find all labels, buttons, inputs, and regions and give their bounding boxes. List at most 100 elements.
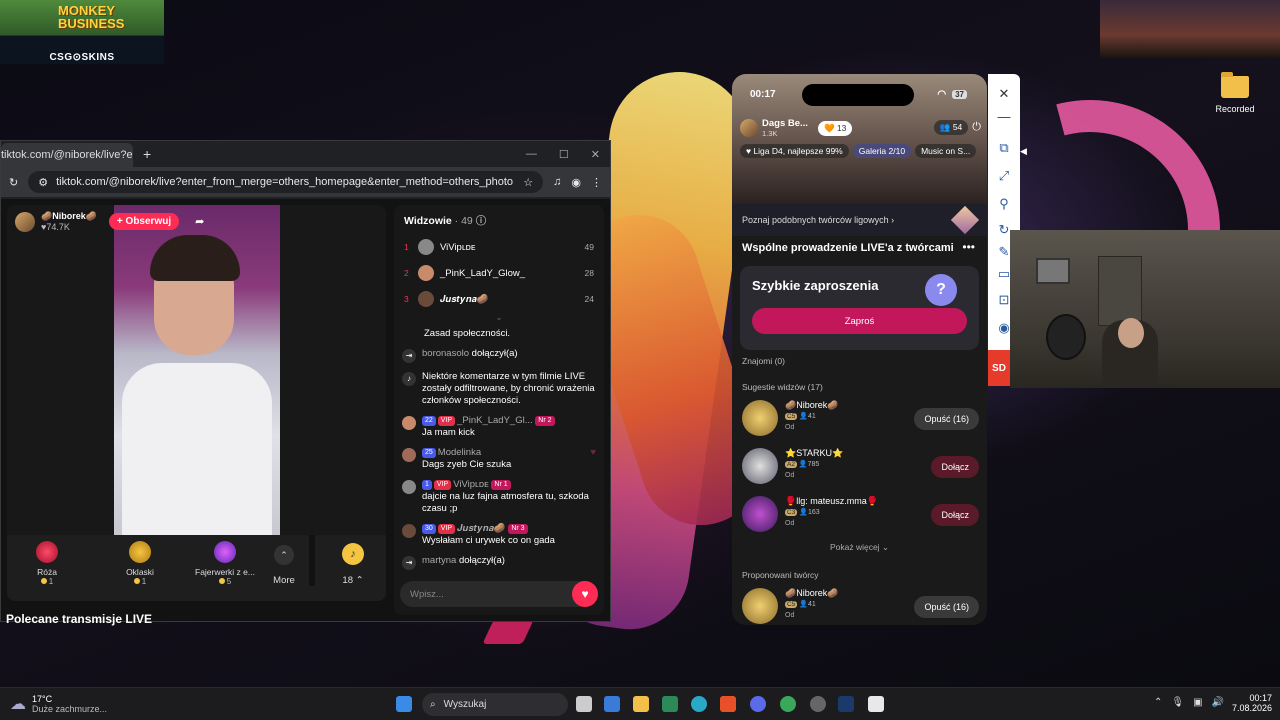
top-viewer-row[interactable]: 3 𝑱𝒖𝒔𝒕𝒚𝒏𝒂🥔 24 — [394, 286, 604, 312]
menu-dots-icon[interactable]: ⋮ — [591, 176, 602, 189]
join-button[interactable]: Dołącz — [931, 456, 979, 478]
tiktok-icon: ♪ — [402, 372, 416, 386]
browser-tab[interactable]: tiktok.com/@niborek/live?e 🔊 ✕ — [1, 143, 133, 167]
top-viewer-row[interactable]: 1 ViVipʟᴅᴇ 49 — [394, 234, 604, 260]
music-pill[interactable]: Music on S... — [915, 144, 977, 158]
task-view-icon[interactable] — [576, 696, 592, 712]
similar-creators-card[interactable]: Poznaj podobnych twórców ligowych › — [732, 204, 987, 236]
chrome-icon[interactable] — [780, 696, 796, 712]
brand-label: CSG⊙SKINS — [49, 52, 115, 63]
fullscreen-icon[interactable]: ⤢ — [996, 168, 1012, 184]
message-user[interactable]: boronasolo — [422, 348, 469, 359]
discord-icon[interactable] — [750, 696, 766, 712]
minimize-button[interactable]: — — [526, 148, 537, 161]
avatar[interactable] — [742, 448, 778, 484]
gift-cost: 1 — [48, 577, 54, 586]
host-avatar[interactable] — [15, 211, 35, 232]
rank-number: 1 — [404, 242, 409, 252]
gallery-count: 2/10 — [888, 146, 906, 156]
profile-icon[interactable]: ◉ — [571, 176, 581, 189]
site-info-icon[interactable]: ⚙ — [38, 176, 48, 189]
reload-icon[interactable]: ↻ — [9, 176, 18, 189]
live-video[interactable] — [114, 205, 280, 543]
info-icon[interactable]: ⓘ — [476, 215, 487, 227]
gift-fajerwerki[interactable]: Fajerwerki z e... 5 — [185, 535, 265, 586]
collapse-arrow-icon[interactable]: ◀ — [1020, 146, 1027, 157]
avatar[interactable] — [742, 400, 778, 436]
desktop-folder-recorded[interactable]: Recorded — [1210, 72, 1260, 114]
more-options-icon[interactable]: ••• — [962, 240, 975, 254]
store-icon[interactable] — [604, 696, 620, 712]
rank-badge: Nr 3 — [508, 524, 528, 534]
game-title-line2: BUSINESS — [58, 16, 125, 31]
host-name[interactable]: Dags Be... — [762, 118, 808, 129]
leave-button[interactable]: Opuść (16) — [914, 408, 979, 430]
host-avatar[interactable] — [740, 119, 758, 137]
hearts-pill[interactable]: 🧡 13 — [817, 120, 853, 136]
pin-icon[interactable]: ⚲ — [996, 196, 1012, 212]
host-name[interactable]: 🥔Niborek🥔 — [41, 211, 97, 222]
steam-icon[interactable] — [838, 696, 854, 712]
rose-icon — [36, 541, 58, 563]
network-icon[interactable]: ▣ — [1193, 697, 1202, 708]
volume-icon[interactable]: 🔊 — [1212, 697, 1224, 708]
thumbnail-window[interactable]: MONKEY BUSINESS CSG⊙SKINS — [0, 0, 164, 64]
message-user[interactable]: Modelinka — [438, 447, 481, 458]
tray-chevron-icon[interactable]: ⌃ — [1154, 697, 1162, 708]
heart-icon[interactable]: ♥ — [590, 447, 596, 471]
avatar[interactable] — [742, 496, 778, 532]
gift-roza[interactable]: Róża 1 — [7, 535, 87, 586]
app-icon[interactable] — [868, 696, 884, 712]
maximize-button[interactable]: ☐ — [559, 148, 569, 161]
terminal-icon[interactable] — [662, 696, 678, 712]
tab-bar: tiktok.com/@niborek/live?e 🔊 ✕ + — ☐ ✕ — [1, 141, 610, 167]
explorer-icon[interactable] — [633, 696, 649, 712]
coins-button[interactable]: ♪ 18 ⌃ — [323, 535, 383, 586]
thumbnail-window-city[interactable] — [1100, 0, 1280, 58]
chevron-down-icon[interactable]: ⌄ — [394, 312, 604, 324]
temperature: 17°C — [32, 694, 53, 704]
viewers-pill[interactable]: 👥 54 — [933, 120, 969, 135]
power-icon[interactable]: ⏻ — [972, 121, 981, 134]
share-icon[interactable]: ➦ — [195, 215, 204, 228]
screenshot-icon[interactable]: ⧉ — [996, 140, 1012, 156]
top-viewer-row[interactable]: 2 _PinK_LadY_Glow_ 28 — [394, 260, 604, 286]
message-user[interactable]: _PinK_LadY_Gl... — [457, 415, 533, 426]
join-button[interactable]: Dołącz — [931, 504, 979, 526]
level-chip: C5 — [785, 413, 798, 420]
close-window-button[interactable]: ✕ — [591, 148, 600, 161]
message-user[interactable]: martyna — [422, 555, 456, 566]
clock-widget[interactable]: 00:17 7.08.2026 — [1232, 693, 1272, 713]
brave-icon[interactable] — [720, 696, 736, 712]
obs-icon[interactable] — [810, 696, 826, 712]
chat-input[interactable]: Wpisz... ☺ — [400, 581, 598, 607]
bookmark-star-icon[interactable]: ☆ — [523, 176, 533, 189]
follow-button[interactable]: + Obserwuj — [108, 213, 180, 230]
avatar — [402, 480, 416, 494]
start-icon[interactable] — [396, 696, 412, 712]
message-user[interactable]: ViVipʟᴅᴇ — [453, 479, 489, 490]
mic-icon[interactable]: 🎙 — [1171, 697, 1184, 708]
media-control-icon[interactable]: ♫ — [553, 176, 561, 188]
minimize-icon[interactable]: — — [996, 108, 1012, 124]
more-gifts-button[interactable]: ⌃ More — [259, 535, 315, 586]
new-tab-button[interactable]: + — [143, 146, 151, 162]
invite-button[interactable]: Zaproś — [752, 308, 967, 334]
level-badge: 30 — [422, 524, 436, 534]
leave-button[interactable]: Opuść (16) — [914, 596, 979, 618]
weather-widget[interactable]: ☁ 17°C Duże zachmurze... — [10, 694, 107, 714]
close-icon[interactable]: ✕ — [996, 86, 1012, 102]
edge-icon[interactable] — [691, 696, 707, 712]
gift-oklaski[interactable]: Oklaski 1 — [100, 535, 180, 586]
address-bar[interactable]: ⚙ tiktok.com/@niborek/live?enter_from_me… — [28, 171, 544, 193]
proposed-row: 🥔Niborek🥔 C5 👤41 Od Opuść (16) — [742, 584, 979, 625]
avatar[interactable] — [742, 588, 778, 624]
live-video-panel[interactable]: 🥔Niborek🥔 ♥74.7K + Obserwuj ➦ Róża 1 Okl… — [7, 205, 386, 601]
message-text: Dags zyeb Cie szuka — [422, 459, 512, 470]
league-pill[interactable]: ♥ Liga D4, najlepsze 99% — [740, 144, 849, 158]
search-box[interactable]: ⌕ Wyszukaj — [422, 693, 568, 716]
like-heart-button[interactable]: ♥ — [572, 581, 598, 607]
show-more-button[interactable]: Pokaż więcej ⌄ — [732, 542, 987, 553]
gallery-pill[interactable]: Galeria 2/10 — [852, 144, 912, 158]
message-user[interactable]: 𝑱𝒖𝒔𝒕𝒚𝒏𝒂🥔 — [457, 523, 506, 534]
